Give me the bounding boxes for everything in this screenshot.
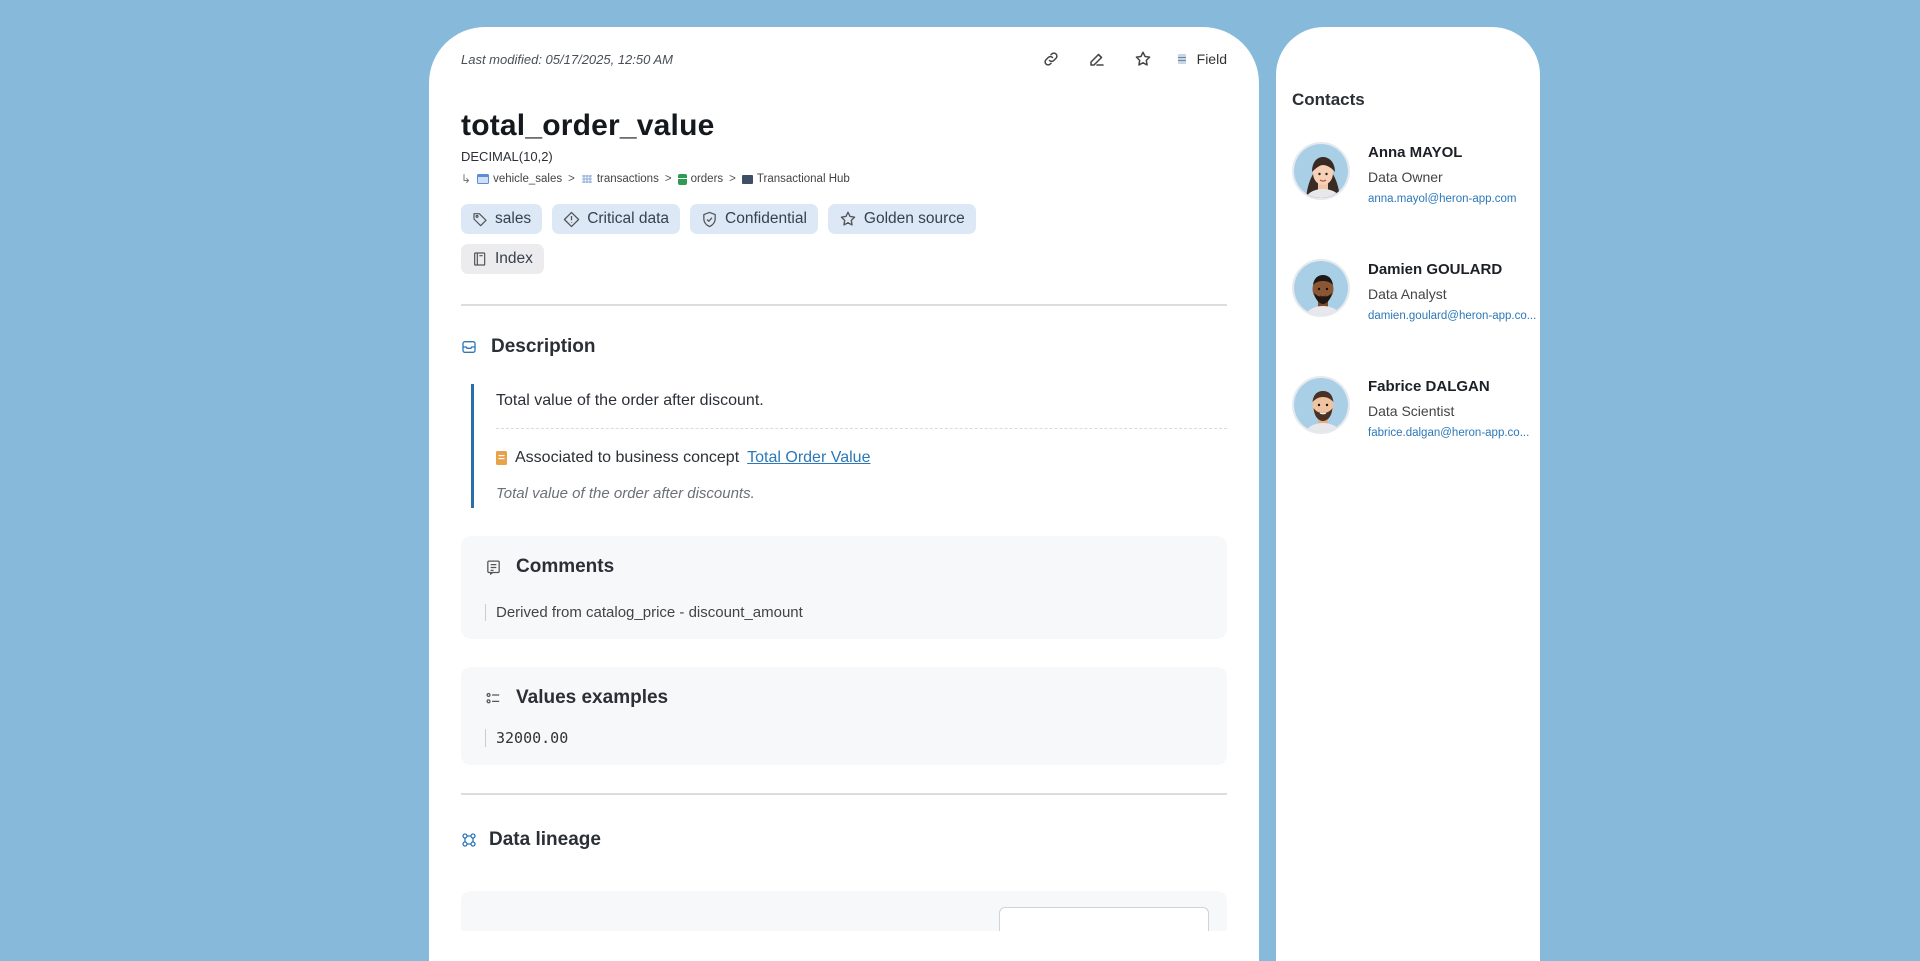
contact-name: Fabrice DALGAN [1368, 378, 1490, 395]
last-modified: Last modified: 05/17/2025, 12:50 AM [461, 51, 673, 67]
tag-icon [473, 213, 487, 227]
business-concept-link[interactable]: Total Order Value [747, 449, 870, 467]
concept-description: Total value of the order after discounts… [496, 485, 755, 502]
top-actions: Field [1039, 47, 1227, 71]
values-examples-panel: Values examples 32000.00 [461, 667, 1227, 765]
star-icon [840, 211, 856, 226]
contact-name: Anna MAYOL [1368, 144, 1463, 161]
contact-info: Anna MAYOL Data Owner anna.mayol@heron-a… [1368, 144, 1516, 205]
star-icon[interactable] [1131, 47, 1155, 71]
field-detail-card: Last modified: 05/17/2025, 12:50 AM Fiel… [429, 27, 1259, 961]
description-heading: Description [461, 336, 1227, 358]
edit-icon[interactable] [1085, 47, 1109, 71]
contact-info: Damien GOULARD Data Analyst damien.goula… [1368, 261, 1536, 322]
contacts-title: Contacts [1292, 90, 1365, 109]
tag-confidential[interactable]: Confidential [690, 204, 818, 234]
comments-panel: Comments Derived from catalog_price - di… [461, 536, 1227, 639]
breadcrumb-item-table[interactable]: orders [677, 173, 723, 185]
lineage-icon [462, 833, 476, 847]
concept-prefix: Associated to business concept [515, 449, 740, 466]
contact-role: Data Scientist [1368, 403, 1455, 419]
breadcrumb-item-database[interactable]: vehicle_sales [477, 173, 562, 185]
avatar [1292, 376, 1350, 434]
link-icon[interactable] [1039, 47, 1063, 71]
contact-item[interactable]: Anna MAYOL Data Owner anna.mayol@heron-a… [1292, 142, 1540, 205]
comment-text: Derived from catalog_price - discount_am… [485, 604, 1203, 621]
business-concept-icon [496, 451, 507, 465]
contact-email[interactable]: anna.mayol@heron-app.com [1368, 193, 1516, 205]
avatar [1292, 142, 1350, 200]
list-icon [486, 692, 500, 703]
breadcrumb-item-schema[interactable]: transactions [581, 173, 659, 185]
book-icon [474, 252, 486, 266]
field-icon [1177, 54, 1186, 64]
breadcrumb-item-hub[interactable]: Transactional Hub [741, 173, 850, 185]
contact-name: Damien GOULARD [1368, 261, 1503, 278]
tag-index[interactable]: Index [461, 244, 544, 274]
description-icon [462, 341, 476, 353]
tag-critical-data[interactable]: Critical data [552, 204, 681, 234]
contact-item[interactable]: Damien GOULARD Data Analyst damien.goula… [1292, 259, 1540, 322]
tag-golden-source[interactable]: Golden source [827, 204, 976, 234]
field-data-type: DECIMAL(10,2) [461, 149, 553, 164]
section-divider-2 [461, 793, 1227, 795]
lineage-control[interactable] [999, 907, 1209, 931]
contact-email[interactable]: fabrice.dalgan@heron-app.co... [1368, 427, 1529, 439]
page-title: total_order_value [461, 109, 715, 142]
example-value: 32000.00 [485, 729, 1203, 747]
business-concept: Associated to business concept Total Ord… [496, 449, 1227, 467]
description-text: Total value of the order after discount. [496, 384, 1227, 429]
contact-role: Data Owner [1368, 169, 1443, 185]
contact-info: Fabrice DALGAN Data Scientist fabrice.da… [1368, 378, 1529, 439]
avatar [1292, 259, 1350, 317]
comments-heading: Comments [485, 556, 1203, 578]
return-arrow-icon: ↳ [461, 172, 472, 186]
tag-sales[interactable]: sales [461, 204, 543, 234]
lineage-panel [461, 891, 1227, 931]
contact-email[interactable]: damien.goulard@heron-app.co... [1368, 310, 1536, 322]
contact-item[interactable]: Fabrice DALGAN Data Scientist fabrice.da… [1292, 376, 1540, 439]
data-lineage-heading: Data lineage [461, 829, 1227, 851]
tag-list: sales Critical data Confidential Golden … [461, 204, 1061, 274]
detail-topbar: Last modified: 05/17/2025, 12:50 AM Fiel… [461, 27, 1227, 87]
field-label: Field [1196, 51, 1227, 67]
breadcrumb: ↳ vehicle_sales > transactions > orders … [461, 172, 850, 186]
field-type-badge: Field [1177, 51, 1227, 67]
diamond-alert-icon [563, 211, 580, 227]
description-body: Total value of the order after discount.… [471, 384, 1227, 508]
section-divider [461, 304, 1227, 306]
description-section: Description Total value of the order aft… [461, 336, 1227, 508]
shield-check-icon [703, 211, 716, 227]
contacts-card: Contacts Anna MAYOL Data Owner anna.mayo… [1276, 27, 1540, 961]
comments-icon [487, 559, 500, 575]
contact-role: Data Analyst [1368, 286, 1447, 302]
values-examples-heading: Values examples [485, 687, 1203, 709]
